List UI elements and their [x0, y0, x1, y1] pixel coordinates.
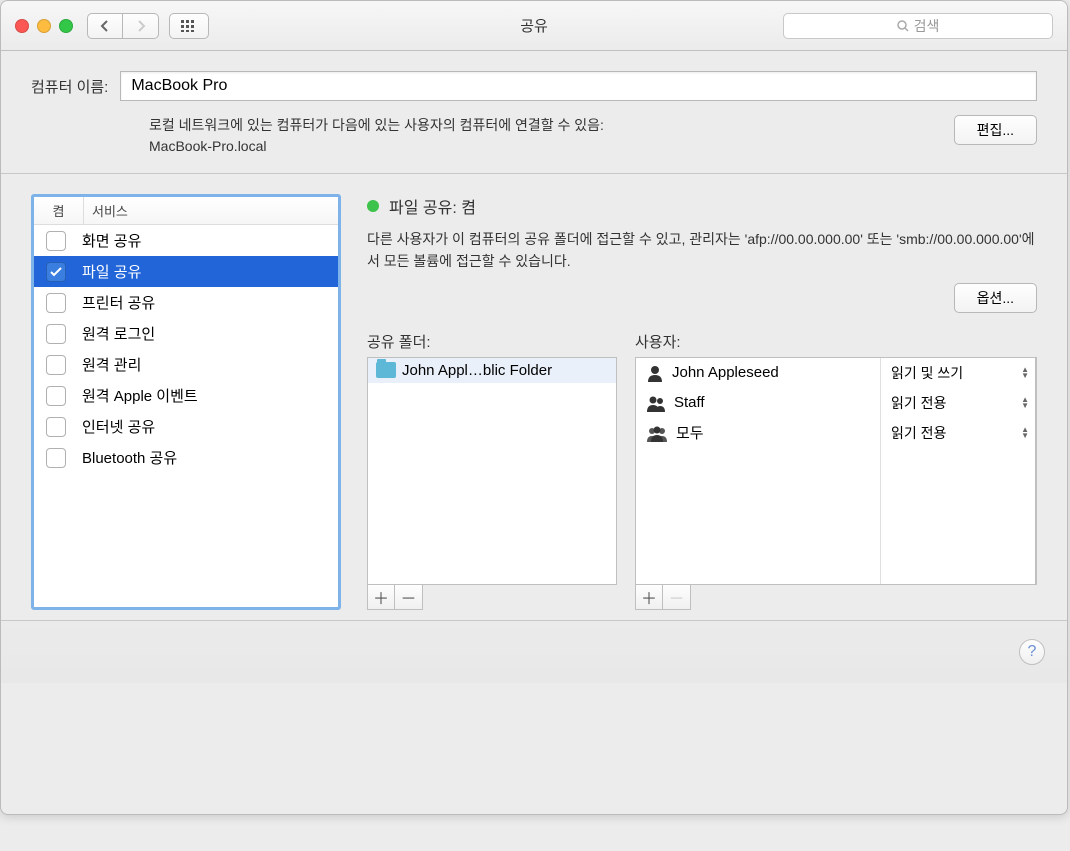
service-description: 다른 사용자가 이 컴퓨터의 공유 폴더에 접근할 수 있고, 관리자는 'af…: [367, 228, 1037, 273]
user-name: Staff: [674, 394, 705, 411]
nav-buttons: [87, 13, 159, 39]
footer: ?: [1, 620, 1067, 683]
zoom-window-button[interactable]: [59, 19, 73, 33]
service-internet-sharing[interactable]: 인터넷 공유: [34, 411, 338, 442]
status-text: 파일 공유: 켬: [389, 194, 476, 218]
service-label: 프린터 공유: [82, 292, 155, 313]
service-checkbox[interactable]: [46, 293, 66, 313]
users-list[interactable]: John Appleseed Staff 모두: [635, 357, 1037, 585]
service-label: 원격 관리: [82, 354, 141, 375]
computer-name-subtext: 로컬 네트워크에 있는 컴퓨터가 다음에 있는 사용자의 컴퓨터에 연결할 수 …: [149, 115, 604, 157]
search-placeholder: 검색: [914, 16, 940, 36]
computer-name-section: 컴퓨터 이름: 로컬 네트워크에 있는 컴퓨터가 다음에 있는 사용자의 컴퓨터…: [1, 51, 1067, 174]
permission-label: 읽기 전용: [891, 423, 946, 443]
search-icon: [897, 20, 909, 32]
service-screen-sharing[interactable]: 화면 공유: [34, 225, 338, 256]
user-row[interactable]: Staff: [636, 388, 880, 418]
header-service-column: 서비스: [84, 197, 338, 224]
edit-hostname-button[interactable]: 편집...: [954, 115, 1037, 145]
service-detail-panel: 파일 공유: 켬 다른 사용자가 이 컴퓨터의 공유 폴더에 접근할 수 있고,…: [367, 194, 1037, 610]
user-name: John Appleseed: [672, 364, 779, 381]
sharing-preferences-window: 공유 검색 컴퓨터 이름: 로컬 네트워크에 있는 컴퓨터가 다음에 있는 사용…: [0, 0, 1068, 815]
window-controls: [15, 19, 73, 33]
service-checkbox[interactable]: [46, 355, 66, 375]
services-header: 켬 서비스: [34, 197, 338, 225]
help-button[interactable]: ?: [1019, 639, 1045, 665]
stepper-icon[interactable]: ▲▼: [1021, 397, 1029, 409]
header-on-column: 켬: [34, 197, 84, 224]
shared-folder-row[interactable]: John Appl…blic Folder: [368, 358, 616, 383]
service-remote-apple-events[interactable]: 원격 Apple 이벤트: [34, 380, 338, 411]
users-label: 사용자:: [635, 331, 1037, 352]
service-checkbox[interactable]: [46, 417, 66, 437]
service-label: 화면 공유: [82, 230, 141, 251]
status-row: 파일 공유: 켬: [367, 194, 1037, 218]
service-checkbox[interactable]: [46, 231, 66, 251]
permission-label: 읽기 전용: [891, 393, 946, 413]
service-label: 파일 공유: [82, 261, 141, 282]
permission-row[interactable]: 읽기 및 쓰기 ▲▼: [881, 358, 1035, 388]
service-file-sharing[interactable]: 파일 공유: [34, 256, 338, 287]
users-add-remove: ＋ －: [635, 584, 1037, 610]
shared-folders-column: 공유 폴더: John Appl…blic Folder ＋ －: [367, 331, 617, 610]
service-checkbox[interactable]: [46, 262, 66, 282]
computer-name-label: 컴퓨터 이름:: [31, 76, 108, 97]
computer-name-input[interactable]: [120, 71, 1037, 101]
folder-icon: [376, 362, 396, 378]
service-label: Bluetooth 공유: [82, 447, 177, 468]
service-label: 인터넷 공유: [82, 416, 155, 437]
back-button[interactable]: [87, 13, 123, 39]
two-user-icon: [646, 394, 666, 412]
show-all-button[interactable]: [169, 13, 209, 39]
stepper-icon[interactable]: ▲▼: [1021, 367, 1029, 379]
service-label: 원격 Apple 이벤트: [82, 385, 198, 406]
titlebar: 공유 검색: [1, 1, 1067, 51]
shared-folders-list[interactable]: John Appl…blic Folder: [367, 357, 617, 585]
remove-folder-button[interactable]: －: [395, 584, 423, 610]
add-folder-button[interactable]: ＋: [367, 584, 395, 610]
permission-row[interactable]: 읽기 전용 ▲▼: [881, 418, 1035, 448]
service-printer-sharing[interactable]: 프린터 공유: [34, 287, 338, 318]
search-input[interactable]: 검색: [783, 13, 1053, 39]
service-remote-management[interactable]: 원격 관리: [34, 349, 338, 380]
services-list[interactable]: 켬 서비스 화면 공유 파일 공유 프린터 공유 원격 로그인: [31, 194, 341, 610]
user-row[interactable]: John Appleseed: [636, 358, 880, 388]
users-column: 사용자: John Appleseed Staff: [635, 331, 1037, 610]
minimize-window-button[interactable]: [37, 19, 51, 33]
main-content: 켬 서비스 화면 공유 파일 공유 프린터 공유 원격 로그인: [1, 174, 1067, 620]
folder-name: John Appl…blic Folder: [402, 362, 552, 379]
group-user-icon: [646, 424, 668, 442]
shared-folders-label: 공유 폴더:: [367, 331, 617, 352]
service-checkbox[interactable]: [46, 386, 66, 406]
user-row[interactable]: 모두: [636, 418, 880, 448]
service-checkbox[interactable]: [46, 324, 66, 344]
service-bluetooth-sharing[interactable]: Bluetooth 공유: [34, 442, 338, 473]
user-name: 모두: [676, 422, 704, 443]
permission-row[interactable]: 읽기 전용 ▲▼: [881, 388, 1035, 418]
permission-label: 읽기 및 쓰기: [891, 363, 963, 383]
options-button[interactable]: 옵션...: [954, 283, 1037, 313]
single-user-icon: [646, 364, 664, 382]
remove-user-button[interactable]: －: [663, 584, 691, 610]
service-label: 원격 로그인: [82, 323, 155, 344]
status-indicator-icon: [367, 200, 379, 212]
service-checkbox[interactable]: [46, 448, 66, 468]
folders-add-remove: ＋ －: [367, 584, 617, 610]
add-user-button[interactable]: ＋: [635, 584, 663, 610]
forward-button[interactable]: [123, 13, 159, 39]
close-window-button[interactable]: [15, 19, 29, 33]
service-remote-login[interactable]: 원격 로그인: [34, 318, 338, 349]
stepper-icon[interactable]: ▲▼: [1021, 427, 1029, 439]
